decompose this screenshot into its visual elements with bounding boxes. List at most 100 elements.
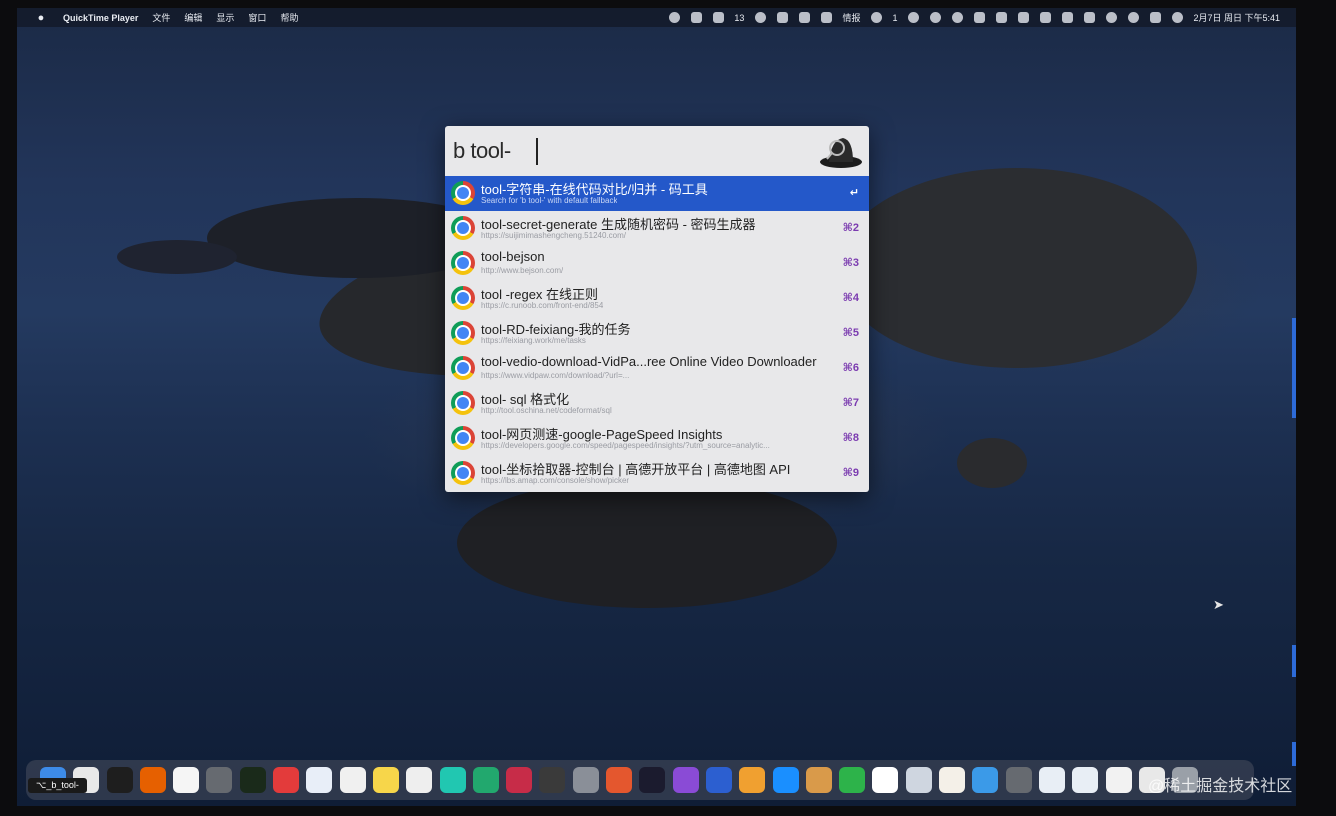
menu-edit[interactable]: 编辑 [184,11,202,24]
menu-window[interactable]: 窗口 [248,11,266,24]
island-shape [117,240,237,274]
result-row[interactable]: tool -regex 在线正则 https://c.runoob.com/fr… [445,281,869,316]
terminal-icon[interactable] [106,767,133,793]
chrome-icon [451,461,475,485]
mail-icon[interactable] [273,767,300,793]
result-subtitle: https://www.vidpaw.com/download/?url=... [481,371,630,380]
help2-icon[interactable] [1005,767,1032,793]
status-area: 13 情报 1 2月7日 周日 下午5:41 [658,8,1280,27]
search-icon[interactable] [1128,12,1140,23]
dock [26,760,1254,800]
status-label: 情报 [842,13,861,23]
desktop: ● QuickTime Player 文件 编辑 显示 窗口 帮助 13 情报 … [17,8,1296,806]
result-title: tool-vedio-download-VidPa...ree Online V… [481,354,817,369]
mouse-cursor-icon: ➤ [1213,597,1224,612]
display-icon[interactable] [1040,12,1052,23]
alfred-hat-icon [820,138,862,168]
m-icon[interactable] [908,12,920,23]
status-badge-count: 1 [892,12,898,23]
control-center-icon[interactable] [1172,12,1184,23]
clock[interactable]: 2月7日 周日 下午5:41 [1193,11,1280,24]
location-icon[interactable] [713,12,725,23]
vpn-icon[interactable] [539,767,566,793]
compass-icon[interactable] [952,12,964,23]
qq-browser-icon[interactable] [705,767,732,793]
calendar-icon[interactable] [173,767,200,793]
result-subtitle: https://suijimimashengcheng.51240.com/ [481,231,626,240]
firefox-icon[interactable] [139,767,166,793]
results-list: tool-字符串-在线代码对比/归并 - 码工具 Search for 'b t… [445,176,869,491]
result-row[interactable]: tool-RD-feixiang-我的任务 https://feixiang.w… [445,316,869,351]
apple-icon[interactable]: ● [35,12,47,24]
reminders-icon[interactable] [872,767,899,793]
chrome-icon [451,356,475,380]
intellij-icon[interactable] [639,767,666,793]
menu-file[interactable]: 文件 [152,11,170,24]
window3-icon[interactable] [1105,767,1132,793]
result-subtitle: Search for 'b tool-' with default fallba… [481,196,618,205]
wifi-icon[interactable] [1106,12,1118,23]
search-input[interactable]: b tool- [453,138,511,164]
send-icon[interactable] [996,12,1008,23]
folder-icon[interactable] [972,767,999,793]
preview-icon[interactable] [905,767,932,793]
volume-icon[interactable] [1084,12,1096,23]
result-subtitle: http://www.bejson.com/ [481,266,564,275]
island-shape [457,478,837,608]
island-shape [957,438,1027,488]
close-box-icon[interactable] [691,12,703,23]
safari-icon[interactable] [306,767,333,793]
photos-icon[interactable] [739,767,766,793]
result-subtitle: https://lbs.amap.com/console/show/picker [481,476,630,485]
app-menu[interactable]: QuickTime Player [63,13,138,23]
settings-icon[interactable] [572,767,599,793]
scroll-marker [1292,742,1296,766]
iterm-icon[interactable] [239,767,266,793]
result-shortcut: ⌘7 [842,397,859,409]
paw-icon[interactable] [606,767,633,793]
battery-monitor-icon[interactable] [799,12,811,23]
cloud-icon[interactable] [755,12,767,23]
result-row[interactable]: tool-secret-generate 生成随机密码 - 密码生成器 http… [445,211,869,246]
news-icon[interactable] [821,12,833,23]
nuts-icon[interactable] [805,767,832,793]
menu-view[interactable]: 显示 [216,11,234,24]
scroll-marker [1292,645,1296,677]
webstorm-icon[interactable] [439,767,466,793]
window1-icon[interactable] [1038,767,1065,793]
result-row[interactable]: tool-bejson http://www.bejson.com/ ⌘3 [445,246,869,281]
text-caret [536,138,538,165]
result-row[interactable]: tool-网页测速-google-PageSpeed Insights http… [445,421,869,456]
notes-icon[interactable] [372,767,399,793]
evernote-icon[interactable] [839,767,866,793]
text-editor-icon[interactable] [406,767,433,793]
mosaic-icon[interactable] [339,767,366,793]
result-shortcut: ⌘9 [842,467,859,479]
notes-pad-icon[interactable] [939,767,966,793]
result-row[interactable]: tool-vedio-download-VidPa...ree Online V… [445,351,869,386]
result-row[interactable]: tool- sql 格式化 http://tool.oschina.net/co… [445,386,869,421]
bell-icon[interactable] [930,12,942,23]
result-subtitle: https://feixiang.work/me/tasks [481,336,586,345]
sync-icon[interactable] [777,12,789,23]
evernote-icon[interactable] [974,12,986,23]
result-row[interactable]: tool-坐标拾取器-控制台 | 高德开放平台 | 高德地图 API https… [445,456,869,491]
menu-help[interactable]: 帮助 [280,11,298,24]
badge-icon[interactable] [871,12,883,23]
clipboard-icon[interactable] [1018,12,1030,23]
window2-icon[interactable] [1072,767,1099,793]
status-count: 13 [734,12,745,23]
rubymine-icon[interactable] [506,767,533,793]
input-source-icon[interactable] [1062,12,1074,23]
result-row[interactable]: tool-字符串-在线代码对比/归并 - 码工具 Search for 'b t… [445,176,869,211]
omnifocus-icon[interactable] [672,767,699,793]
result-subtitle: https://c.runoob.com/front-end/854 [481,301,604,310]
airmail-icon[interactable] [772,767,799,793]
screen-mirroring-icon[interactable] [1150,12,1162,23]
result-shortcut: ↵ [849,187,859,199]
alfred-window: b tool- tool-字符串-在线代码对比/归并 - 码工具 Search … [445,126,869,492]
menu-bar: ● QuickTime Player 文件 编辑 显示 窗口 帮助 13 情报 … [17,8,1296,27]
datagrip-icon[interactable] [472,767,499,793]
help-icon[interactable] [206,767,233,793]
record-icon[interactable] [669,12,681,23]
